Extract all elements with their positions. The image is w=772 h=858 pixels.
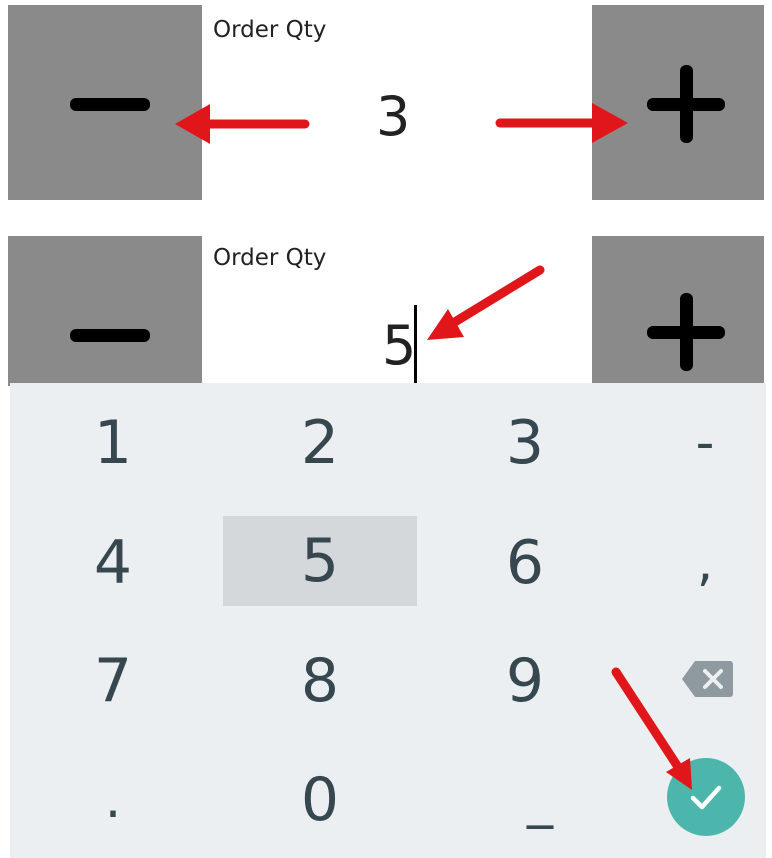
annotation-arrows <box>175 103 692 790</box>
